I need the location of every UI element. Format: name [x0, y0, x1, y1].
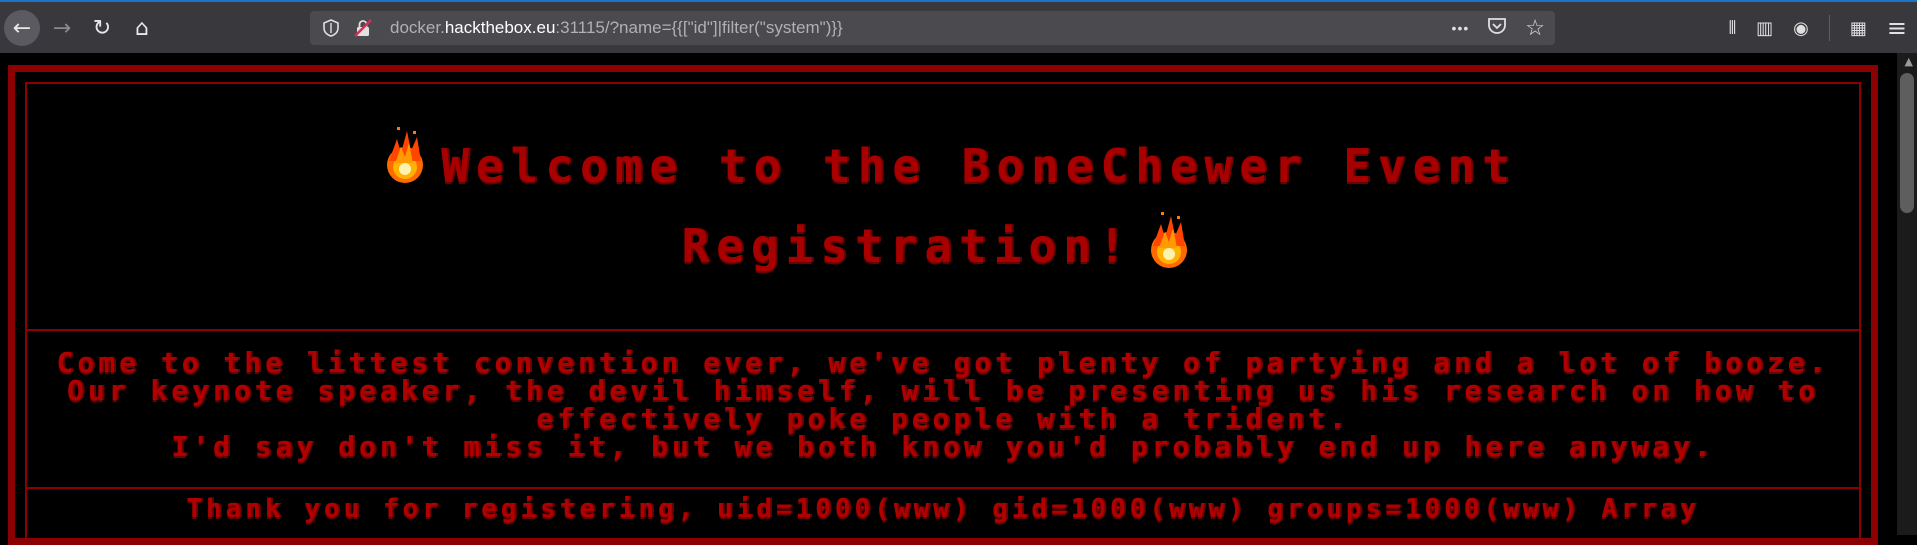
forward-arrow-icon: →: [52, 15, 72, 41]
description-line: Come to the littest convention ever, we'…: [56, 346, 1830, 379]
page-title-line1: Welcome to the BoneChewer Event: [27, 126, 1859, 193]
url-bar[interactable]: docker.hackthebox.eu:31115/?name={{["id"…: [310, 11, 1555, 45]
description-line: I'd say don't miss it, but we both know …: [171, 430, 1715, 463]
scroll-up-icon[interactable]: ▲: [1905, 55, 1913, 68]
toolbar-right: ⫴ ▥ ◉ ▦ ≡: [1729, 11, 1907, 45]
back-button[interactable]: ←: [4, 10, 40, 46]
hamburger-menu-icon[interactable]: ≡: [1887, 14, 1907, 42]
page-content: Welcome to the BoneChewer Event Registra…: [0, 53, 1917, 545]
description-line: Our keynote speaker, the devil himself, …: [66, 374, 1820, 435]
page-title-line2: Registration!: [27, 211, 1859, 273]
account-icon[interactable]: ◉: [1793, 18, 1809, 39]
more-icon[interactable]: •••: [1452, 20, 1470, 36]
scrollbar-thumb[interactable]: [1900, 73, 1914, 213]
title-section: Welcome to the BoneChewer Event Registra…: [27, 84, 1859, 331]
description-section: Come to the littest convention ever, we'…: [27, 331, 1859, 489]
description: Come to the littest convention ever, we'…: [35, 349, 1851, 461]
registration-result: Thank you for registering, uid=1000(www)…: [186, 494, 1700, 524]
insecure-lock-icon[interactable]: [352, 17, 374, 39]
url-text[interactable]: docker.hackthebox.eu:31115/?name={{["id"…: [390, 18, 843, 38]
pocket-icon[interactable]: [1487, 17, 1507, 40]
star-icon[interactable]: ☆: [1525, 15, 1545, 41]
library-icon[interactable]: ⫴: [1729, 18, 1737, 39]
browser-toolbar: ← → ↻ ⌂ docker.hackthebox.eu:31115/?name…: [0, 0, 1917, 53]
fire-icon: [1150, 211, 1187, 268]
sidebar-icon[interactable]: ▥: [1756, 18, 1773, 39]
back-arrow-icon: ←: [12, 15, 32, 41]
url-actions: ••• ☆: [1452, 11, 1545, 45]
inner-border: Welcome to the BoneChewer Event Registra…: [25, 82, 1861, 538]
reload-icon: ↻: [92, 15, 112, 41]
toolbar-divider: [1828, 15, 1830, 41]
reload-button[interactable]: ↻: [84, 10, 120, 46]
extensions-icon[interactable]: ▦: [1850, 18, 1867, 39]
home-icon: ⌂: [135, 15, 149, 41]
home-button[interactable]: ⌂: [124, 10, 160, 46]
outer-border: Welcome to the BoneChewer Event Registra…: [8, 65, 1878, 545]
fire-icon: [387, 126, 424, 183]
scrollbar[interactable]: ▲: [1897, 53, 1917, 535]
forward-button[interactable]: →: [44, 10, 80, 46]
shield-icon[interactable]: [320, 17, 342, 39]
